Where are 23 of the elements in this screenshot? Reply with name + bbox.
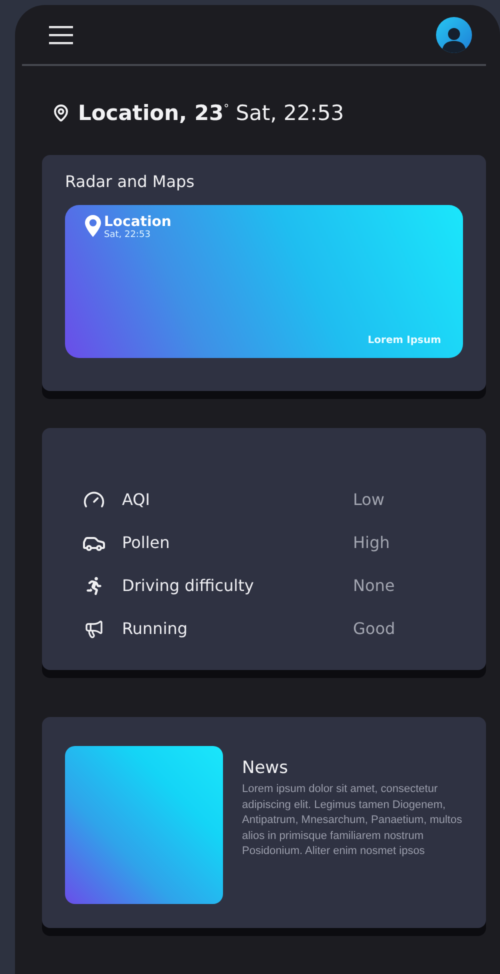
condition-label: Pollen bbox=[122, 533, 171, 552]
news-title: News bbox=[242, 758, 289, 778]
location-heading: Location, 23$^{°}$ Sat, 22:53 bbox=[78, 101, 344, 125]
banner-location: Location bbox=[104, 215, 172, 230]
banner-caption: Lorem Ipsum bbox=[368, 335, 441, 346]
megaphone-icon bbox=[84, 618, 104, 638]
condition-value: None bbox=[353, 576, 396, 595]
condition-value: Low bbox=[353, 490, 386, 509]
condition-label: AQI bbox=[122, 490, 151, 509]
card-title: Radar and Maps bbox=[65, 172, 196, 191]
menu-icon bbox=[49, 24, 73, 44]
map-banner[interactable]: Location Sat, 22:53 Lorem Ipsum bbox=[65, 205, 463, 358]
condition-value: High bbox=[353, 533, 391, 552]
condition-label: Running bbox=[122, 619, 189, 638]
location-pin-icon bbox=[52, 104, 70, 122]
banner-time: Sat, 22:53 bbox=[104, 230, 152, 240]
avatar-button[interactable] bbox=[436, 16, 472, 52]
condition-label: Driving difficulty bbox=[122, 576, 255, 595]
menu-button[interactable] bbox=[49, 24, 73, 44]
news-text: Lorem ipsum dolor sit amet, consectetur adipiscing elit. Legimus tamen Diogenem, Antipatrum, Mnesarchum, Panaetium, multos alios in primisque familiarem nostrum Posidonium. Aliter enim nosmet ipsos bbox=[242, 782, 463, 859]
runner-icon bbox=[84, 576, 102, 594]
condition-value: Good bbox=[353, 619, 396, 638]
location-pin-icon bbox=[85, 215, 101, 237]
